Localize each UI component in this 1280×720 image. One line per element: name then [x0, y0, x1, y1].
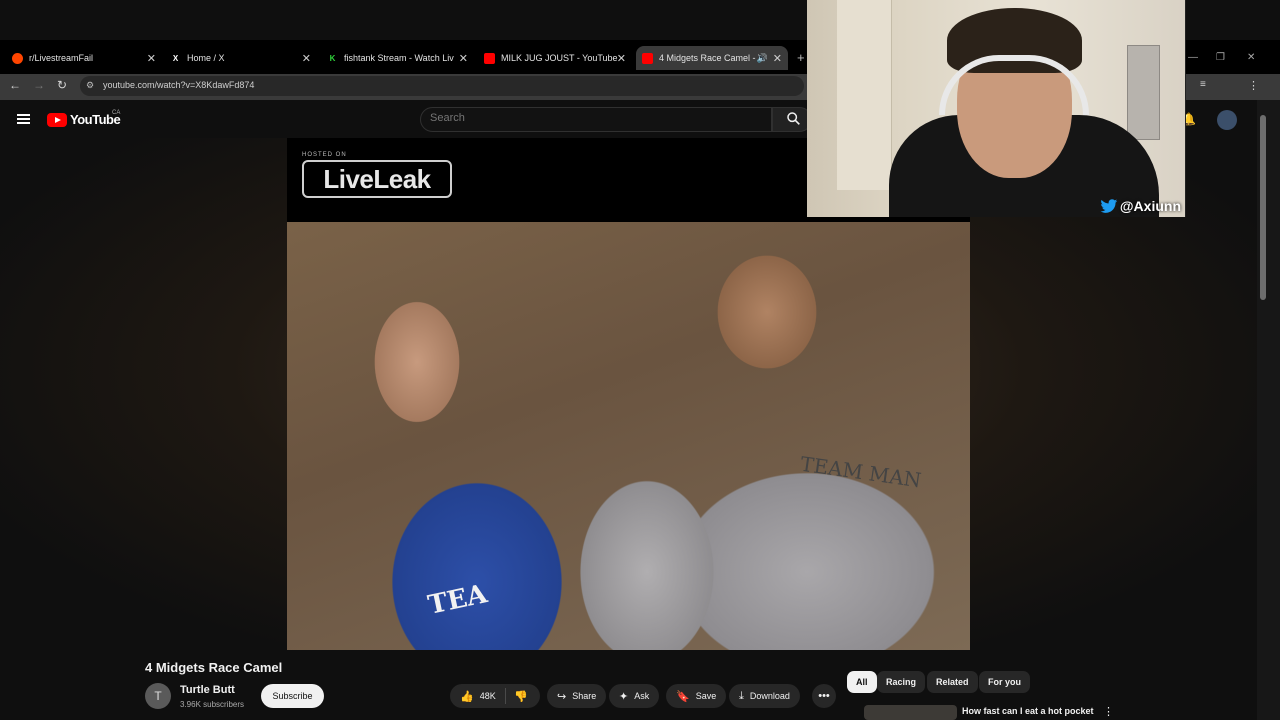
- like-dislike-group: 👍 48K 👎: [450, 684, 540, 708]
- close-tab-icon[interactable]: ✕: [147, 52, 156, 65]
- search-icon: [787, 112, 800, 125]
- share-label: Share: [572, 691, 597, 701]
- scrollbar-thumb[interactable]: [1260, 115, 1266, 300]
- tab-title: r/LivestreamFail: [29, 53, 94, 63]
- recommendation-thumbnail[interactable]: [864, 705, 957, 720]
- sparkle-icon: ✦: [619, 690, 629, 703]
- search-input[interactable]: [430, 112, 760, 124]
- share-icon: ↪: [557, 690, 567, 703]
- kick-icon: K: [329, 53, 336, 63]
- subscriber-count: 3.96K subscribers: [180, 700, 245, 709]
- close-tab-icon[interactable]: ✕: [773, 52, 782, 65]
- video-title: 4 Midgets Race Camel: [145, 660, 283, 675]
- media-control-icon[interactable]: ≡: [1200, 79, 1206, 90]
- liveleak-watermark: LiveLeak: [302, 160, 452, 198]
- liveleak-wordmark: LiveLeak: [323, 163, 431, 194]
- download-button[interactable]: ⤓ Download: [729, 684, 800, 708]
- like-divider: [505, 688, 506, 704]
- more-actions-button[interactable]: •••: [812, 684, 836, 708]
- channel-avatar[interactable]: T: [145, 683, 171, 709]
- close-tab-icon[interactable]: ✕: [617, 52, 626, 65]
- youtube-tab-icon: [484, 52, 495, 64]
- tab-milk-jug-joust[interactable]: MILK JUG JOUST - YouTube ✕: [484, 46, 626, 70]
- chip-all[interactable]: All: [847, 671, 877, 693]
- handle-text: @Axiunn: [1119, 198, 1181, 214]
- screen: r/LivestreamFail ✕ X Home / X ✕ K fishta…: [0, 0, 1280, 720]
- tab-title: 4 Midgets Race Camel - You: [659, 53, 759, 63]
- recommendation-title[interactable]: How fast can I eat a hot pocket: [962, 706, 1094, 716]
- webcam-overlay: @Axiunn: [807, 0, 1186, 217]
- minimize-icon[interactable]: —: [1188, 52, 1198, 63]
- reload-icon[interactable]: ↻: [57, 78, 67, 92]
- recommendation-menu-icon[interactable]: ⋮: [1103, 705, 1114, 718]
- watermark-hosted-text: HOSTED ON: [302, 152, 347, 158]
- save-button[interactable]: 🔖 Save: [666, 684, 727, 708]
- streamer-handle: @Axiunn: [1100, 198, 1181, 214]
- background-door: [837, 0, 892, 190]
- speaker-icon[interactable]: 🔊: [757, 53, 768, 64]
- tab-fishtank[interactable]: K fishtank Stream - Watch Live on ✕: [327, 46, 468, 70]
- chip-related[interactable]: Related: [927, 671, 978, 693]
- tab-title: fishtank Stream - Watch Live on: [344, 53, 454, 63]
- forward-icon[interactable]: →: [33, 78, 45, 92]
- reddit-icon: [12, 52, 23, 64]
- download-label: Download: [749, 691, 790, 701]
- save-label: Save: [695, 691, 717, 701]
- back-icon[interactable]: ←: [9, 78, 21, 92]
- tab-title: Home / X: [187, 53, 225, 63]
- close-tab-icon[interactable]: ✕: [459, 52, 468, 65]
- tab-home-x[interactable]: X Home / X ✕: [170, 46, 311, 70]
- browser-menu-icon[interactable]: ⋮: [1248, 79, 1259, 92]
- video-frame[interactable]: [287, 222, 970, 650]
- country-code: CA: [112, 110, 121, 116]
- tab-active-4-midgets[interactable]: 4 Midgets Race Camel - You 🔊 ✕: [636, 46, 788, 70]
- bookmark-icon: 🔖: [676, 690, 690, 703]
- thumbs-up-icon[interactable]: 👍: [460, 690, 474, 703]
- youtube-logo[interactable]: YouTube: [47, 112, 121, 127]
- chip-racing[interactable]: Racing: [877, 671, 926, 693]
- thumbs-down-icon[interactable]: 👎: [514, 690, 528, 703]
- chip-for-you[interactable]: For you: [979, 671, 1030, 693]
- background-wall-panel: [1127, 45, 1160, 140]
- ask-label: Ask: [634, 691, 650, 701]
- tab-livestreamfail[interactable]: r/LivestreamFail ✕: [12, 46, 156, 70]
- channel-name[interactable]: Turtle Butt: [180, 684, 235, 696]
- like-count[interactable]: 48K: [480, 691, 496, 701]
- hamburger-menu-icon[interactable]: [17, 114, 30, 124]
- youtube-play-icon: [47, 112, 67, 127]
- share-button[interactable]: ↪ Share: [547, 684, 607, 708]
- download-icon: ⤓: [739, 689, 744, 702]
- youtube-tab-icon: [642, 52, 653, 64]
- more-horizontal-icon: •••: [818, 690, 830, 702]
- twitter-bird-icon: [1100, 198, 1118, 213]
- window-close-icon[interactable]: ✕: [1247, 52, 1255, 63]
- account-avatar[interactable]: [1217, 110, 1237, 130]
- site-info-icon[interactable]: ⚙: [86, 80, 94, 91]
- new-tab-button[interactable]: +: [797, 50, 805, 65]
- maximize-icon[interactable]: ❐: [1216, 52, 1225, 63]
- url-text[interactable]: youtube.com/watch?v=X8KdawFd874: [103, 80, 254, 90]
- close-tab-icon[interactable]: ✕: [302, 52, 311, 65]
- tab-title: MILK JUG JOUST - YouTube: [501, 53, 618, 63]
- ask-button[interactable]: ✦ Ask: [609, 684, 660, 708]
- subscribe-button[interactable]: Subscribe: [261, 684, 324, 708]
- x-logo-icon: X: [172, 53, 179, 63]
